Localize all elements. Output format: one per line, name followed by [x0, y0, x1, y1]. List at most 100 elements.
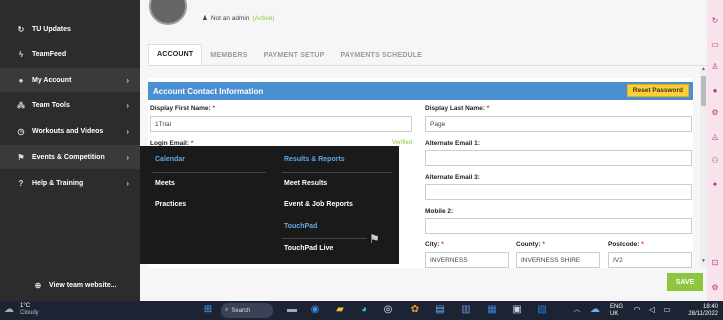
panel-title: Account Contact Information — [153, 86, 264, 96]
chevron-up-icon[interactable]: ︿ — [570, 303, 584, 317]
alt-email1-input[interactable] — [425, 150, 692, 166]
mobile2-input[interactable] — [425, 218, 692, 234]
task-view-icon[interactable]: ▬ — [285, 303, 299, 317]
user-icon: ♟ — [202, 15, 208, 22]
menu-item-event-job-reports[interactable]: Event & Job Reports — [284, 201, 353, 208]
results-reports-header[interactable]: Results & Reports — [284, 156, 345, 163]
divider — [152, 172, 266, 173]
clock[interactable]: 18:40 28/11/2022 — [676, 304, 718, 318]
gear-icon[interactable]: ⚙ — [710, 108, 720, 118]
sidebar-item-tu-updates[interactable]: ↻ TU Updates — [0, 17, 140, 41]
sidebar-item-team-tools[interactable]: ⁂ Team Tools › — [0, 93, 140, 117]
view-site-label: View team website... — [49, 281, 117, 289]
scrollbar-thumb[interactable] — [701, 76, 706, 106]
globe-icon: ⊕ — [34, 280, 42, 290]
sidebar-item-help[interactable]: ? Help & Training › — [0, 171, 140, 195]
tab-bar: ACCOUNT MEMBERS PAYMENT SETUP PAYMENTS S… — [148, 44, 430, 66]
menu-item-meet-results[interactable]: Meet Results — [284, 180, 327, 187]
weather-widget[interactable]: 1°C Cloudy — [20, 303, 39, 317]
app-icon[interactable]: ▥ — [459, 303, 473, 317]
pin-icon[interactable]: ⊡ — [710, 258, 720, 268]
view-team-website-link[interactable]: ⊕ View team website... — [33, 280, 117, 290]
team-icon: ⁂ — [17, 100, 25, 110]
sidebar-item-label: Events & Competition — [32, 153, 105, 161]
postcode-label: Postcode: * — [608, 241, 644, 248]
tab-divider — [148, 65, 707, 66]
last-name-input[interactable]: Page — [425, 116, 692, 132]
cloud-icon: ☁ — [4, 304, 14, 315]
weather-condition: Cloudy — [20, 310, 39, 316]
active-status-text: (Active) — [252, 14, 275, 22]
onedrive-icon[interactable]: ☁ — [588, 303, 602, 317]
reset-password-button[interactable]: Reset Password — [626, 84, 689, 97]
file-explorer-icon[interactable]: ▰ — [333, 303, 347, 317]
app-icon[interactable]: ▧ — [535, 303, 549, 317]
sidebar: ↻ TU Updates ϟ TeamFeed ● My Account › ⁂… — [0, 0, 140, 301]
chat-icon[interactable]: ◉ — [308, 303, 322, 317]
touchpad-header[interactable]: TouchPad — [284, 223, 317, 230]
language-indicator[interactable]: ENG UK — [610, 304, 623, 318]
volume-icon[interactable]: ◁ — [645, 303, 659, 317]
scroll-down-icon[interactable]: ▼ — [700, 258, 707, 264]
document-icon[interactable]: ▭ — [710, 40, 720, 50]
sidebar-item-label: TU Updates — [32, 25, 71, 33]
sidebar-item-events[interactable]: ⚑ Events & Competition › — [0, 145, 140, 169]
app-icon[interactable]: ✿ — [408, 303, 422, 317]
sidebar-item-label: Workouts and Videos — [32, 127, 104, 135]
save-button[interactable]: SAVE — [667, 273, 703, 291]
settings-icon[interactable]: ⚙ — [710, 283, 720, 293]
app-icon[interactable]: ▦ — [485, 303, 499, 317]
tab-payments-schedule[interactable]: PAYMENTS SCHEDULE — [333, 44, 431, 66]
alt-email3-input[interactable] — [425, 184, 692, 200]
avatar — [149, 0, 187, 25]
chevron-right-icon: › — [126, 178, 129, 188]
scroll-up-icon[interactable]: ▲ — [700, 66, 707, 72]
bell-icon[interactable]: ◬ — [710, 132, 720, 142]
battery-icon[interactable]: ▭ — [660, 303, 674, 317]
sidebar-item-my-account[interactable]: ● My Account › — [0, 68, 140, 92]
taskbar-search[interactable]: ⌕ Search — [221, 303, 273, 318]
windows-taskbar: ☁ 1°C Cloudy ⊞ ⌕ Search ▬ ◉ ▰ ◕ ◎ ✿ ▤ ▥ … — [0, 301, 723, 320]
county-input[interactable]: INVERNESS SHIRE — [516, 252, 600, 268]
city-input[interactable]: INVERNESS — [425, 252, 509, 268]
sidebar-item-workouts[interactable]: ◷ Workouts and Videos › — [0, 119, 140, 143]
last-name-label: Display Last Name: * — [425, 105, 490, 112]
sidebar-item-teamfeed[interactable]: ϟ TeamFeed — [0, 42, 140, 66]
windows-start-icon[interactable]: ⊞ — [201, 303, 215, 317]
calendar-header[interactable]: Calendar — [155, 156, 185, 163]
chevron-right-icon: › — [126, 75, 129, 85]
admin-status-text: Not an admin — [210, 14, 250, 22]
tab-payment-setup[interactable]: PAYMENT SETUP — [256, 44, 333, 66]
menu-item-practices[interactable]: Practices — [155, 201, 186, 208]
chrome-icon[interactable]: ◎ — [381, 303, 395, 317]
question-icon: ? — [18, 178, 24, 188]
divider — [282, 172, 392, 173]
app-icon[interactable]: ▣ — [510, 303, 524, 317]
tab-members[interactable]: MEMBERS — [202, 44, 255, 66]
star-icon[interactable]: ✦ — [710, 180, 720, 190]
panel-header: Account Contact Information Reset Passwo… — [148, 82, 693, 100]
divider — [282, 238, 367, 239]
person-icon[interactable]: ♙ — [710, 62, 720, 72]
sidebar-item-label: Help & Training — [32, 179, 84, 187]
edge-icon[interactable]: ◕ — [357, 303, 371, 317]
search-icon: ⌕ — [225, 307, 229, 313]
flag-icon: ⚑ — [17, 152, 25, 162]
wifi-icon[interactable]: ◠ — [630, 303, 644, 317]
user-circle-icon: ● — [18, 75, 24, 85]
app-icon[interactable]: ▤ — [433, 303, 447, 317]
stopwatch-icon: ◷ — [17, 126, 25, 136]
sidebar-item-label: My Account — [32, 76, 72, 84]
mobile2-label: Mobile 2: — [425, 208, 454, 215]
chevron-right-icon: › — [126, 152, 129, 162]
dark-circle-icon[interactable]: ● — [710, 86, 720, 96]
people-icon[interactable]: ⚇ — [710, 156, 720, 166]
refresh-icon[interactable]: ↻ — [710, 16, 720, 26]
tab-account[interactable]: ACCOUNT — [148, 44, 203, 66]
first-name-input[interactable]: 1Trial — [150, 116, 412, 132]
menu-item-touchpad-live[interactable]: TouchPad Live — [284, 245, 333, 252]
postcode-input[interactable]: IV2 — [608, 252, 692, 268]
sidebar-item-label: Team Tools — [32, 101, 70, 109]
menu-item-meets[interactable]: Meets — [155, 180, 175, 187]
temperature: 1°C — [20, 303, 31, 309]
